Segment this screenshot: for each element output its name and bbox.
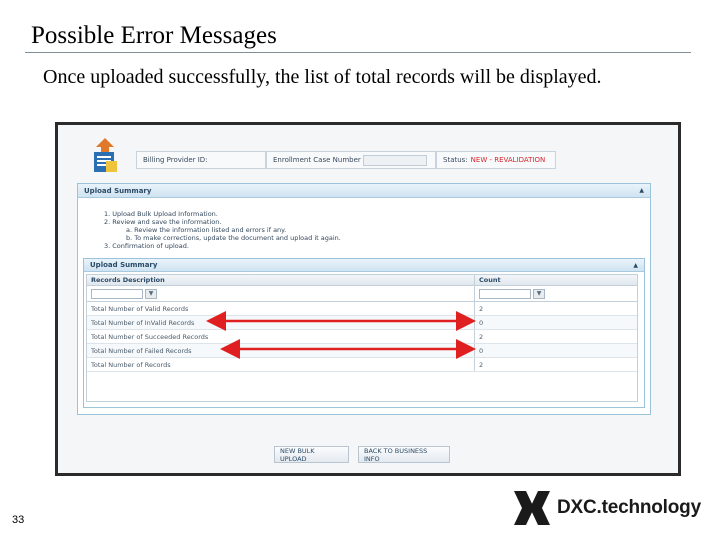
- table-row[interactable]: Total Number of Records 2: [87, 358, 637, 372]
- table-header: Records Description Count: [87, 275, 637, 286]
- upload-summary-panel: Upload Summary ▲ 1. Upload Bulk Upload I…: [77, 183, 651, 415]
- slide-subtitle: Once uploaded successfully, the list of …: [43, 66, 602, 88]
- dxc-logo-icon: [514, 491, 550, 525]
- step-item: 1. Upload Bulk Upload Information.: [104, 210, 218, 218]
- description-filter-input[interactable]: [91, 288, 143, 299]
- page-number: 33: [12, 514, 25, 526]
- step-item: b. To make corrections, update the docum…: [126, 234, 341, 242]
- table-row[interactable]: Total Number of Valid Records 2: [87, 302, 637, 316]
- records-table: Records Description Count ▼ ▼ Total Numb…: [86, 274, 638, 402]
- step-item: a. Review the information listed and err…: [126, 226, 287, 234]
- provider-info-bar: Billing Provider ID: Enrollment Case Num…: [136, 151, 556, 169]
- collapse-caret-icon[interactable]: ▲: [639, 187, 644, 194]
- collapse-caret-icon[interactable]: ▲: [633, 262, 638, 269]
- table-row[interactable]: Total Number of Succeeded Records 2: [87, 330, 637, 344]
- status-value: NEW - REVALIDATION: [470, 156, 546, 164]
- table-body: Total Number of Valid Records 2 Total Nu…: [87, 302, 637, 372]
- slide-title: Possible Error Messages: [31, 22, 277, 49]
- upload-document-icon: [94, 138, 117, 172]
- back-to-business-info-button[interactable]: BACK TO BUSINESS INFO: [358, 446, 450, 463]
- step-item: 2. Review and save the information.: [104, 218, 222, 226]
- count-filter-input[interactable]: [479, 288, 531, 299]
- column-header-description[interactable]: Records Description: [87, 275, 475, 285]
- filter-row: ▼ ▼: [87, 286, 637, 302]
- filter-icon[interactable]: ▼: [145, 288, 157, 299]
- enrollment-case-number: Enrollment Case Number: [266, 151, 436, 169]
- dxc-logo: DXC.technology: [514, 491, 701, 525]
- table-row[interactable]: Total Number of Failed Records 0: [87, 344, 637, 358]
- filter-icon[interactable]: ▼: [533, 288, 545, 299]
- new-bulk-upload-button[interactable]: NEW BULK UPLOAD: [274, 446, 349, 463]
- records-summary-header[interactable]: Upload Summary ▲: [84, 259, 644, 272]
- app-screenshot: Billing Provider ID: Enrollment Case Num…: [58, 125, 678, 473]
- column-header-count[interactable]: Count: [475, 275, 637, 285]
- records-summary-panel: Upload Summary ▲ Records Description Cou…: [83, 258, 645, 408]
- logo-text: DXC.technology: [557, 497, 701, 518]
- screenshot-frame: Billing Provider ID: Enrollment Case Num…: [55, 122, 681, 476]
- upload-steps-list: 1. Upload Bulk Upload Information. 2. Re…: [104, 210, 341, 250]
- title-divider: [25, 52, 691, 53]
- upload-summary-header[interactable]: Upload Summary ▲: [78, 184, 650, 198]
- step-item: 3. Confirmation of upload.: [104, 242, 189, 250]
- status-field: Status: NEW - REVALIDATION: [436, 151, 556, 169]
- billing-provider-id: Billing Provider ID:: [136, 151, 266, 169]
- case-number-field: [362, 154, 427, 166]
- table-row[interactable]: Total Number of InValid Records 0: [87, 316, 637, 330]
